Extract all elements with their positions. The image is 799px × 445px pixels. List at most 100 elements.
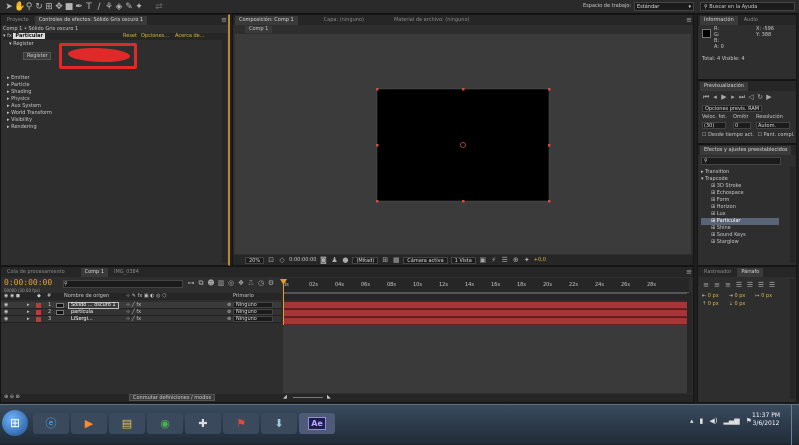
- timeline-icon[interactable]: ☰: [501, 256, 509, 264]
- effect-horizon[interactable]: ⊞ Horizon: [701, 204, 779, 211]
- switch-modes-button[interactable]: Conmutar definiciones / modos: [129, 394, 216, 401]
- comp-mini-flowchart-icon[interactable]: ⊶: [187, 279, 195, 287]
- indent-right-field[interactable]: ⇥ 0 px: [729, 293, 746, 299]
- live-update-icon[interactable]: ⚙: [267, 279, 275, 287]
- reset-link[interactable]: Reset: [123, 33, 137, 40]
- justify-left-icon[interactable]: ☰: [735, 281, 743, 289]
- layer-name[interactable]: partícula: [71, 309, 93, 316]
- justify-all-icon[interactable]: ☰: [768, 281, 776, 289]
- tab-preview[interactable]: Previsualización: [700, 81, 748, 91]
- volume-icon[interactable]: ◀): [709, 417, 717, 425]
- tab-info[interactable]: Información: [700, 15, 738, 25]
- zoom-tool-icon[interactable]: ⚲: [24, 1, 34, 13]
- timeline-scrollbar[interactable]: [687, 293, 692, 393]
- tab-effects-presets[interactable]: Efectos y ajustes preestablecidos: [700, 145, 792, 155]
- fast-previews-icon[interactable]: ⚡: [490, 256, 498, 264]
- tab-comp-1[interactable]: Comp 1: [80, 267, 109, 277]
- puppet-tool-icon[interactable]: ✦: [134, 1, 144, 13]
- explorer-icon[interactable]: ▤: [109, 412, 145, 434]
- effect-lux[interactable]: ⊞ Lux: [701, 211, 779, 218]
- clock[interactable]: 11:37 PM 3/6/2012: [752, 412, 780, 428]
- shy-icon[interactable]: ☻: [207, 279, 215, 287]
- safe-areas-icon[interactable]: ⊡: [267, 256, 275, 264]
- comp-sub-tab[interactable]: Comp 1: [245, 26, 273, 33]
- ie-icon[interactable]: ⓔ: [33, 412, 69, 434]
- effects-search-input[interactable]: ⚲: [701, 157, 781, 165]
- rotate-tool-icon[interactable]: ↻: [34, 1, 44, 13]
- comp-canvas[interactable]: [235, 34, 691, 254]
- frame-rate-select[interactable]: (30): [702, 122, 726, 129]
- layer-row[interactable]: ◉ ▸ 2 partícula ⊹ ╱ fx ⊚ Ninguno: [1, 309, 281, 316]
- region-of-interest-icon[interactable]: ⊞: [381, 256, 389, 264]
- draft-3d-icon[interactable]: ⧉: [197, 279, 205, 287]
- zoom-select[interactable]: 20%: [245, 256, 265, 264]
- selection-tool-icon[interactable]: ➤: [4, 1, 14, 13]
- first-frame-icon[interactable]: ⏮: [702, 93, 710, 101]
- comp-timecode[interactable]: 0:00:00:00: [289, 257, 316, 263]
- play-icon[interactable]: ▶: [720, 93, 728, 101]
- prev-frame-icon[interactable]: ◂: [711, 93, 719, 101]
- effect-echospace[interactable]: ⊞ Echospace: [701, 190, 779, 197]
- ram-options-select[interactable]: Opciones previs. RAM: [702, 105, 762, 112]
- align-right-icon[interactable]: ≡: [724, 281, 732, 289]
- zoom-in-icon[interactable]: ◣: [327, 394, 331, 400]
- gamepad-icon[interactable]: ✚: [185, 412, 221, 434]
- flag-tray-icon[interactable]: ⚑: [746, 417, 752, 425]
- network-icon[interactable]: ▮: [700, 417, 704, 425]
- pan-behind-tool-icon[interactable]: ✥: [54, 1, 64, 13]
- label-color[interactable]: [36, 303, 41, 308]
- tab-footage[interactable]: Material de archivo: (ninguno): [390, 16, 474, 25]
- eraser-tool-icon[interactable]: ◈: [114, 1, 124, 13]
- layer-switches[interactable]: ⊹ ╱ fx: [126, 316, 141, 323]
- layer-switches[interactable]: ⊹ ╱ fx: [126, 302, 141, 309]
- layer-row[interactable]: ◉ ▸ 3 LiSergi... ⊹ ╱ fx ⊚ Ninguno: [1, 316, 281, 323]
- brainstorm-icon[interactable]: ❖: [237, 279, 245, 287]
- layer-row[interactable]: ◉ ▸ 1 Sólido ... oscuro 1 ⊹ ╱ fx ⊚ Ningu…: [1, 302, 281, 309]
- label-color[interactable]: [36, 317, 41, 322]
- resolution-select[interactable]: Autom.: [756, 122, 790, 129]
- align-center-icon[interactable]: ≡: [713, 281, 721, 289]
- next-frame-icon[interactable]: ▸: [729, 93, 737, 101]
- pen-tool-icon[interactable]: ✒: [74, 1, 84, 13]
- tab-audio[interactable]: Audio: [740, 16, 762, 25]
- downloads-icon[interactable]: ⬇: [261, 412, 297, 434]
- group-shading[interactable]: ▸ Shading: [7, 89, 52, 96]
- parent-pickwhip-icon[interactable]: ⊚: [227, 316, 231, 323]
- timeline-search-input[interactable]: ⚲: [63, 280, 183, 288]
- tab-render-queue[interactable]: Cola de procesamiento: [3, 268, 69, 277]
- panel-menu-icon[interactable]: ≡: [685, 16, 693, 24]
- tab-effect-controls[interactable]: Controles de efectos: Sólido Gris oscuro…: [34, 15, 148, 25]
- exposure-icon[interactable]: ✦: [523, 256, 531, 264]
- indent-left-field[interactable]: ⇤ 0 px: [702, 293, 719, 299]
- expand-icon[interactable]: ▸: [27, 302, 30, 309]
- parent-select[interactable]: Ninguno: [233, 316, 273, 322]
- effects-scrollbar[interactable]: [790, 167, 795, 263]
- space-before-field[interactable]: ⇡ 0 px: [702, 301, 719, 307]
- roto-brush-tool-icon[interactable]: ✎: [124, 1, 134, 13]
- align-left-icon[interactable]: ≡: [702, 281, 710, 289]
- audio-icon[interactable]: ◁: [747, 93, 755, 101]
- layer-name[interactable]: LiSergi...: [71, 316, 93, 323]
- flag-icon[interactable]: ⚑: [223, 412, 259, 434]
- views-select[interactable]: 1 Vista: [450, 256, 476, 264]
- layer-bar[interactable]: [283, 310, 689, 317]
- effect-shine[interactable]: ⊞ Shine: [701, 225, 779, 232]
- group-aux-system[interactable]: ▸ Aux System: [7, 103, 52, 110]
- tab-paragraph[interactable]: Párrafo: [737, 267, 764, 277]
- mask-tool-icon[interactable]: ■: [64, 1, 74, 13]
- justify-center-icon[interactable]: ☰: [746, 281, 754, 289]
- label-color[interactable]: [36, 310, 41, 315]
- zoom-slider[interactable]: [293, 397, 323, 398]
- exposure-value[interactable]: +0,0: [534, 257, 546, 263]
- expand-icon[interactable]: ▸: [27, 316, 30, 323]
- source-name-header[interactable]: Nombre de origen: [64, 293, 109, 299]
- effect-form[interactable]: ⊞ Form: [701, 197, 779, 204]
- group-physics[interactable]: ▸ Physics: [7, 96, 52, 103]
- motion-blur-icon[interactable]: ◎: [227, 279, 235, 287]
- group-world-transform[interactable]: ▸ World Transform: [7, 110, 52, 117]
- frame-blending-icon[interactable]: ▥: [217, 279, 225, 287]
- tab-composition[interactable]: Composición: Comp 1: [235, 15, 298, 25]
- toggle-pixel-icon[interactable]: ▣: [479, 256, 487, 264]
- layer-bar[interactable]: [283, 318, 689, 325]
- parent-select[interactable]: Ninguno: [233, 302, 273, 308]
